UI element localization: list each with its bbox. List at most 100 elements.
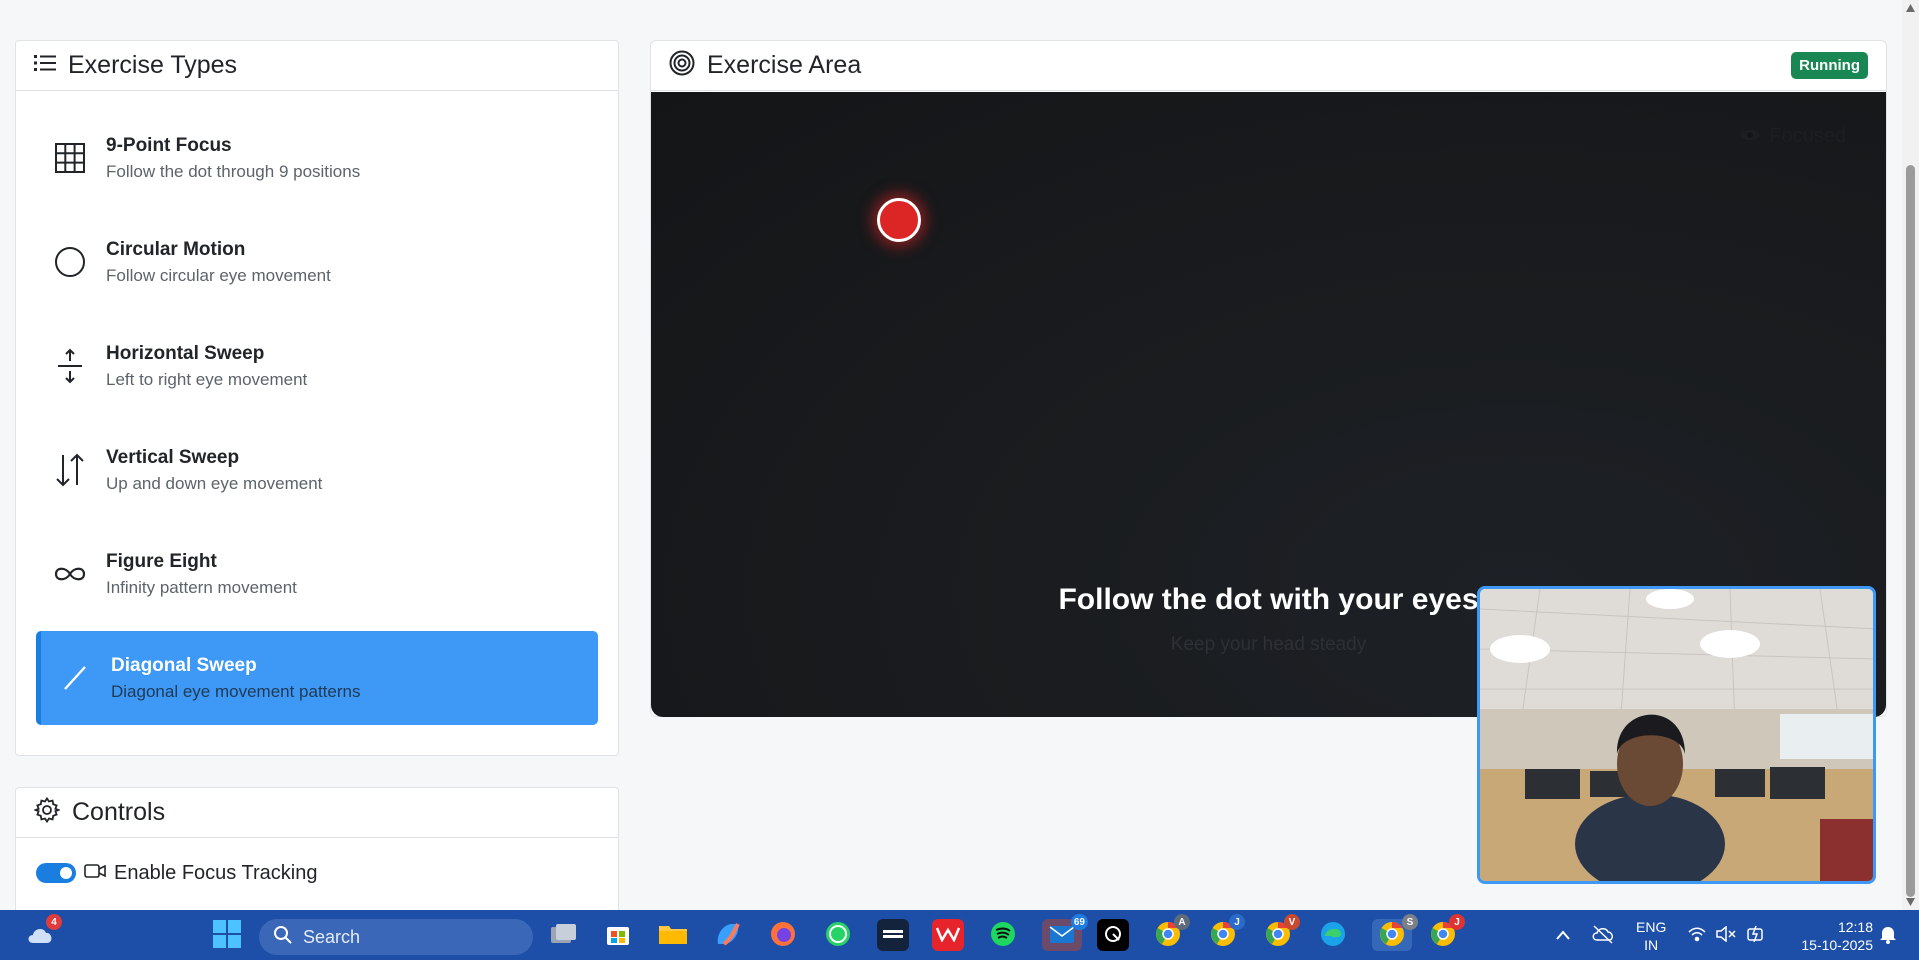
whatsapp-app[interactable] bbox=[822, 919, 854, 951]
whatsapp-icon bbox=[824, 920, 852, 951]
scroll-up-arrow-icon[interactable] bbox=[1906, 4, 1915, 12]
exercise-type-diagonal-sweep[interactable]: Diagonal Sweep Diagonal eye movement pat… bbox=[36, 631, 598, 725]
clock[interactable]: 12:18 15-10-2025 bbox=[1801, 918, 1873, 954]
edge-icon bbox=[1319, 920, 1347, 951]
exercise-type-list: 9-Point Focus Follow the dot through 9 p… bbox=[16, 91, 618, 725]
focus-tracking-toggle[interactable] bbox=[36, 863, 76, 883]
controls-title: Controls bbox=[72, 798, 166, 826]
weather-widget[interactable]: 4 bbox=[24, 914, 62, 951]
chrome-badge-1: A bbox=[1174, 914, 1190, 930]
chrome-badge-5: J bbox=[1449, 914, 1465, 930]
language-indicator[interactable]: ENG IN bbox=[1636, 918, 1666, 954]
mail-icon bbox=[1049, 923, 1075, 948]
chrome-profile-3[interactable]: V bbox=[1262, 914, 1300, 951]
chatgpt-icon bbox=[1102, 923, 1124, 948]
start-button[interactable] bbox=[211, 919, 243, 951]
exercise-type-vertical-sweep[interactable]: Vertical Sweep Up and down eye movement bbox=[36, 423, 598, 517]
chrome-profile-4[interactable]: S bbox=[1372, 914, 1418, 951]
eye-icon bbox=[1739, 125, 1761, 148]
exercise-types-header: Exercise Types bbox=[16, 41, 618, 91]
exercise-type-desc: Up and down eye movement bbox=[106, 473, 323, 493]
file-explorer-app[interactable] bbox=[657, 919, 689, 951]
show-hidden-icons-button[interactable] bbox=[1547, 919, 1579, 951]
region-code: IN bbox=[1644, 937, 1659, 953]
copilot-app[interactable] bbox=[712, 919, 744, 951]
windows-logo-icon bbox=[213, 919, 241, 951]
exercise-type-name: Figure Eight bbox=[106, 550, 217, 572]
nxtwave-icon bbox=[881, 927, 905, 944]
exercise-area-header: Exercise Area Running bbox=[651, 41, 1886, 91]
focus-status: Focused bbox=[1769, 125, 1846, 147]
spotify-icon bbox=[989, 920, 1017, 951]
scroll-down-arrow-icon[interactable] bbox=[1906, 898, 1915, 906]
exercise-type-desc: Follow circular eye movement bbox=[106, 265, 331, 285]
chrome-profile-2[interactable]: J bbox=[1207, 914, 1245, 951]
chrome-badge-3: V bbox=[1284, 914, 1300, 930]
copilot-icon bbox=[714, 920, 742, 951]
nxtwave-app[interactable] bbox=[877, 919, 909, 951]
exercise-type-9-point-focus[interactable]: 9-Point Focus Follow the dot through 9 p… bbox=[36, 111, 598, 205]
exercise-types-panel: Exercise Types 9-Point Focus Follow the … bbox=[15, 40, 619, 756]
clock-time: 12:18 bbox=[1837, 919, 1873, 935]
edge-app[interactable] bbox=[1317, 919, 1349, 951]
exercise-type-desc: Follow the dot through 9 positions bbox=[106, 161, 361, 181]
exercise-type-desc: Infinity pattern movement bbox=[106, 577, 297, 597]
firefox-icon bbox=[769, 920, 797, 951]
page-scrollbar[interactable] bbox=[1902, 0, 1919, 910]
battery-charging-icon bbox=[1746, 925, 1766, 946]
exercise-type-circular-motion[interactable]: Circular Motion Follow circular eye move… bbox=[36, 215, 598, 309]
taskbar: 4 Search 69 A J V S J ENG IN 12:18 15-10… bbox=[0, 910, 1919, 960]
target-icon bbox=[669, 50, 695, 81]
expand-vertical-icon bbox=[52, 348, 88, 384]
volume-status[interactable] bbox=[1711, 919, 1743, 951]
focus-indicator: Focused bbox=[1739, 125, 1846, 148]
chrome-profile-5[interactable]: J bbox=[1427, 914, 1465, 951]
wps-app[interactable] bbox=[932, 919, 964, 951]
taskbar-search[interactable]: Search bbox=[259, 919, 533, 955]
webcam-preview[interactable] bbox=[1477, 586, 1876, 884]
chatgpt-app[interactable] bbox=[1097, 919, 1129, 951]
task-view-button[interactable] bbox=[548, 919, 580, 951]
search-placeholder: Search bbox=[303, 926, 361, 947]
focus-tracking-label: Enable Focus Tracking bbox=[114, 861, 318, 884]
notifications-button[interactable] bbox=[1876, 919, 1900, 951]
status-badge: Running bbox=[1791, 52, 1868, 79]
chrome-badge-2: J bbox=[1229, 914, 1245, 930]
infinity-icon bbox=[52, 556, 88, 592]
circle-icon bbox=[52, 244, 88, 280]
tracking-dot bbox=[877, 198, 921, 242]
exercise-types-title: Exercise Types bbox=[68, 51, 238, 79]
wps-icon bbox=[935, 926, 961, 945]
search-icon bbox=[273, 925, 293, 950]
battery-status[interactable] bbox=[1740, 919, 1772, 951]
exercise-type-desc: Diagonal eye movement patterns bbox=[111, 681, 361, 701]
bell-icon bbox=[1879, 924, 1897, 947]
store-app[interactable] bbox=[602, 919, 634, 951]
exercise-type-name: 9-Point Focus bbox=[106, 134, 232, 156]
language-code: ENG bbox=[1636, 919, 1667, 935]
wifi-status[interactable] bbox=[1681, 919, 1713, 951]
outlook-badge: 69 bbox=[1070, 914, 1088, 930]
controls-header: Controls bbox=[16, 788, 618, 838]
chrome-profile-1[interactable]: A bbox=[1152, 914, 1190, 951]
exercise-type-name: Horizontal Sweep bbox=[106, 342, 265, 364]
spotify-app[interactable] bbox=[987, 919, 1019, 951]
scrollbar-thumb[interactable] bbox=[1906, 165, 1915, 897]
exercise-type-figure-eight[interactable]: Figure Eight Infinity pattern movement bbox=[36, 527, 598, 621]
video-camera-icon bbox=[84, 863, 106, 884]
weather-badge: 4 bbox=[46, 914, 62, 930]
controls-panel: Controls Enable Focus Tracking bbox=[15, 787, 619, 927]
folder-icon bbox=[658, 922, 688, 949]
list-icon bbox=[34, 54, 56, 77]
onedrive-status[interactable] bbox=[1587, 919, 1619, 951]
exercise-type-name: Circular Motion bbox=[106, 238, 246, 260]
exercise-type-name: Diagonal Sweep bbox=[111, 654, 257, 676]
slash-icon bbox=[57, 660, 93, 696]
exercise-type-horizontal-sweep[interactable]: Horizontal Sweep Left to right eye movem… bbox=[36, 319, 598, 413]
store-icon bbox=[605, 921, 631, 950]
outlook-app[interactable]: 69 bbox=[1042, 914, 1088, 951]
task-view-icon bbox=[550, 923, 578, 948]
firefox-app[interactable] bbox=[767, 919, 799, 951]
volume-mute-icon bbox=[1716, 924, 1738, 945]
chevron-up-icon bbox=[1556, 928, 1570, 943]
